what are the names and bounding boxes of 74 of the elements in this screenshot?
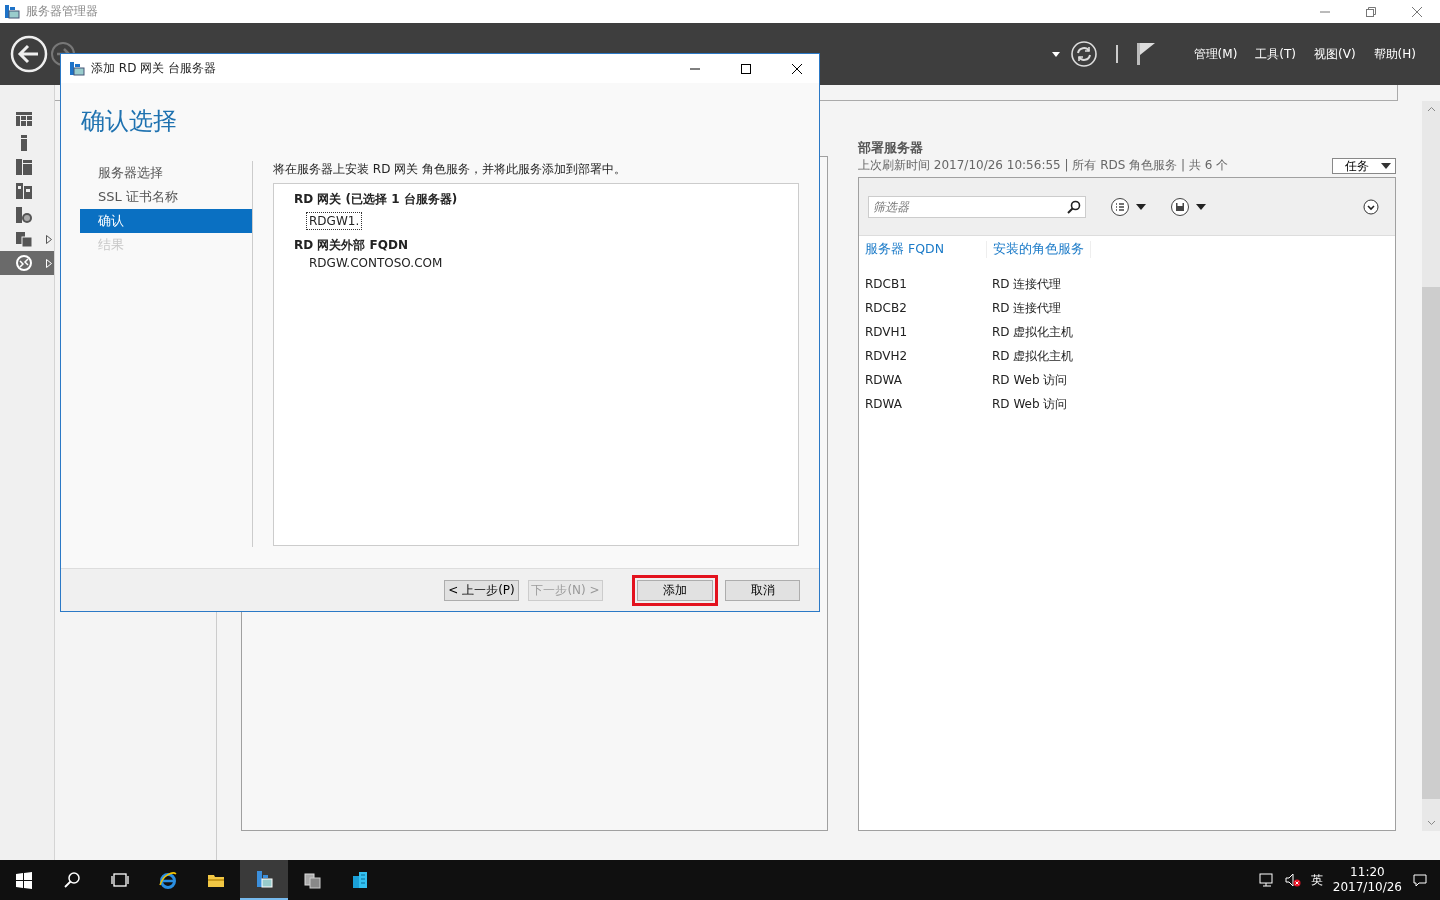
- column-header[interactable]: 安装的角色服务: [987, 241, 1091, 258]
- network-icon[interactable]: [1258, 873, 1275, 887]
- remote-icon: [16, 255, 32, 271]
- servers-icon: [16, 159, 32, 175]
- task-view-icon: [111, 871, 129, 889]
- dashboard-icon: [16, 111, 32, 127]
- flag-icon[interactable]: [1135, 42, 1156, 66]
- notification-icon[interactable]: [1412, 872, 1428, 888]
- server-manager-icon: [4, 4, 20, 19]
- maximize-icon[interactable]: [739, 62, 752, 75]
- summary-value: RDGW.CONTOSO.COM: [308, 255, 444, 271]
- scroll-up-icon[interactable]: [1426, 106, 1436, 112]
- close-icon[interactable]: [790, 62, 803, 75]
- save-icon[interactable]: [1170, 196, 1190, 217]
- dialog-button[interactable]: 取消: [725, 579, 800, 601]
- list-icon[interactable]: [1110, 196, 1130, 217]
- scroll-thumb[interactable]: [1422, 287, 1440, 799]
- page-heading: 确认选择: [80, 106, 178, 137]
- caret-icon[interactable]: [1136, 203, 1146, 210]
- back-icon[interactable]: [10, 35, 48, 73]
- buildings-icon: [351, 871, 369, 889]
- search-icon[interactable]: [1067, 199, 1081, 214]
- caret-icon[interactable]: [1051, 51, 1060, 57]
- wizard-step[interactable]: 确认: [80, 209, 252, 233]
- table-cell-text: RDCB2: [864, 301, 908, 315]
- tasks-dropdown[interactable]: 任务: [1332, 158, 1396, 174]
- table-cell-text: RDVH2: [864, 349, 909, 363]
- dialog-button[interactable]: 添加: [637, 579, 713, 601]
- summary-heading: RD 网关 (已选择 1 台服务器): [294, 190, 459, 208]
- taskbar-button[interactable]: [240, 860, 288, 900]
- menu-item[interactable]: 工具(T): [1251, 45, 1301, 63]
- description-text: 将在服务器上安装 RD 网关 角色服务，并将此服务添加到部署中。: [273, 161, 628, 178]
- scroll-down-icon[interactable]: [1426, 820, 1436, 826]
- expand-icon[interactable]: [1363, 198, 1379, 215]
- table-cell-text: RD 虚拟化主机: [991, 347, 1075, 365]
- clock-date[interactable]: 2017/10/26: [1332, 880, 1402, 895]
- menu-item[interactable]: 视图(V): [1310, 45, 1360, 63]
- column-header[interactable]: 服务器 FQDN: [859, 241, 987, 258]
- input-method-indicator[interactable]: 英: [1310, 871, 1323, 889]
- filter-field[interactable]: 筛选器: [868, 195, 1086, 218]
- table-cell-text: RDVH1: [864, 325, 909, 339]
- section-title: 部署服务器: [858, 139, 924, 157]
- wizard-step[interactable]: SSL 证书名称: [80, 185, 252, 209]
- clock-time[interactable]: 11:20: [1350, 865, 1385, 880]
- server-manager-icon: [255, 870, 273, 888]
- sidebar-item[interactable]: [0, 251, 54, 275]
- expand-arrow-icon[interactable]: [46, 234, 52, 244]
- table-cell-text: RDCB1: [864, 277, 908, 291]
- volume-muted-icon[interactable]: [1284, 873, 1301, 887]
- table-cell-text: RD Web 访问: [991, 395, 1069, 413]
- scrollbar[interactable]: [1422, 101, 1440, 831]
- table-cell-text: RD 连接代理: [991, 275, 1063, 293]
- table-cell-text: RD 虚拟化主机: [991, 323, 1075, 341]
- windows-icon: [15, 871, 33, 889]
- storage-icon: [16, 183, 32, 199]
- menu-item[interactable]: 帮助(H): [1369, 45, 1420, 63]
- dialog-button[interactable]: < 上一步(P): [444, 579, 519, 601]
- menu-item[interactable]: 管理(M): [1189, 45, 1242, 63]
- refresh-icon[interactable]: [1069, 40, 1098, 68]
- table-cell-text: RDWA: [864, 373, 903, 387]
- table-cell-text: RD Web 访问: [991, 371, 1069, 389]
- window-title: 服务器管理器: [26, 3, 98, 20]
- restore-icon[interactable]: [1365, 5, 1377, 18]
- summary-heading: RD 网关外部 FQDN: [294, 236, 409, 254]
- browser-icon: [159, 871, 177, 889]
- refresh-info: 上次刷新时间 2017/10/26 10:56:55 | 所有 RDS 角色服务 | 共 6 个: [858, 157, 1229, 174]
- search-icon: [63, 871, 81, 889]
- table-cell-text: RDWA: [864, 397, 903, 411]
- wizard-step[interactable]: 服务器选择: [80, 161, 252, 185]
- table-cell-text: RD 连接代理: [991, 299, 1063, 317]
- dialog-title: 添加 RD 网关 台服务器: [91, 60, 217, 77]
- server-manager-icon: [69, 61, 85, 76]
- summary-value: RDGW1.: [307, 213, 362, 229]
- caret-icon[interactable]: [1196, 203, 1206, 210]
